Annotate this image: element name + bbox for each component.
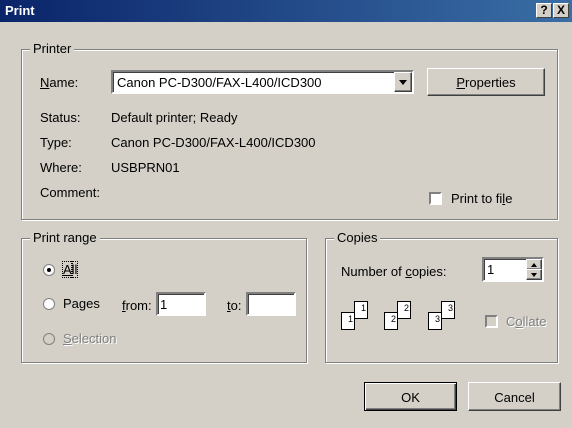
- collate-page: 3: [428, 312, 442, 330]
- copies-down-button[interactable]: [526, 269, 542, 280]
- radio-pages-label[interactable]: Pages: [63, 296, 100, 311]
- where-value: USBPRN01: [111, 160, 180, 175]
- arrow-down-icon: [531, 273, 537, 277]
- collate-page: 2: [397, 301, 411, 319]
- collate-label[interactable]: Collate: [506, 314, 546, 329]
- to-label: to:: [227, 298, 242, 313]
- collate-page: 1: [354, 301, 368, 319]
- cancel-button[interactable]: Cancel: [468, 382, 561, 411]
- to-input[interactable]: [246, 292, 296, 316]
- printer-name-value: Canon PC-D300/FAX-L400/ICD300: [117, 75, 322, 90]
- help-button[interactable]: ?: [536, 3, 552, 18]
- radio-pages[interactable]: [43, 298, 55, 310]
- radio-selection-label[interactable]: Selection: [63, 331, 116, 346]
- radio-all-label[interactable]: All: [62, 261, 79, 278]
- print-range-group-label: Print range: [30, 230, 100, 245]
- where-label: Where:: [40, 160, 82, 175]
- printer-name-select[interactable]: Canon PC-D300/FAX-L400/ICD300: [111, 70, 414, 94]
- print-to-file-label[interactable]: Print to file: [451, 191, 512, 206]
- status-label: Status:: [40, 110, 81, 125]
- title-bar[interactable]: Print ? X: [0, 0, 572, 22]
- name-label: Name:: [40, 75, 79, 90]
- status-value: Default printer; Ready: [111, 110, 238, 125]
- radio-all[interactable]: [43, 264, 55, 276]
- chevron-down-icon: [399, 80, 407, 85]
- comment-label: Comment:: [40, 185, 100, 200]
- properties-button[interactable]: Properties: [427, 68, 545, 96]
- from-value: 1: [160, 297, 168, 312]
- arrow-up-icon: [531, 263, 537, 267]
- window-title: Print: [5, 3, 35, 18]
- copies-stepper[interactable]: 1: [482, 257, 544, 282]
- printer-group-label: Printer: [30, 41, 75, 56]
- number-of-copies-label: Number of copies:: [341, 264, 447, 279]
- ok-button[interactable]: OK: [364, 382, 457, 411]
- properties-button-label: Properties: [456, 75, 516, 90]
- copies-group-label: Copies: [334, 230, 381, 245]
- dropdown-button[interactable]: [394, 72, 412, 92]
- type-label: Type:: [40, 135, 72, 150]
- print-dialog: Print ? X Printer Name: Canon PC-D300/FA…: [0, 0, 572, 428]
- collate-page: 2: [384, 312, 398, 330]
- copies-value: 1: [487, 262, 495, 277]
- collate-page: 3: [441, 301, 455, 319]
- close-button[interactable]: X: [553, 3, 569, 18]
- cancel-button-label: Cancel: [494, 390, 535, 405]
- type-value: Canon PC-D300/FAX-L400/ICD300: [111, 135, 316, 150]
- ok-button-label: OK: [401, 390, 420, 405]
- collate-checkbox[interactable]: [485, 315, 498, 328]
- radio-selection[interactable]: [43, 333, 55, 345]
- print-to-file-checkbox[interactable]: [429, 192, 442, 205]
- collate-page: 1: [341, 312, 355, 330]
- from-label: from:: [122, 298, 152, 313]
- from-input[interactable]: 1: [156, 292, 206, 316]
